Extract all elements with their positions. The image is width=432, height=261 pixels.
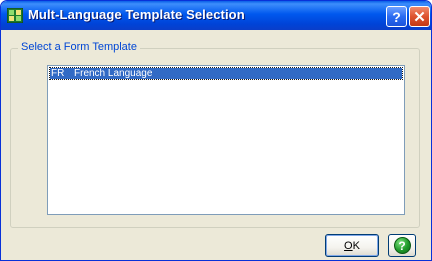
title-close-button[interactable]: ✕ <box>409 6 430 27</box>
ok-button-mnemonic: O <box>344 239 353 252</box>
list-item[interactable]: FR French Language <box>49 67 403 80</box>
help-button[interactable]: ? <box>388 234 416 257</box>
window-title: Mult-Language Template Selection <box>28 7 245 22</box>
title-help-button[interactable]: ? <box>386 6 407 27</box>
close-icon: ✕ <box>413 8 426 26</box>
app-icon <box>7 8 23 23</box>
dialog-window: Mult-Language Template Selection ? ✕ Sel… <box>0 0 432 261</box>
list-item-code: FR <box>51 68 65 79</box>
title-bar[interactable]: Mult-Language Template Selection ? ✕ <box>1 1 431 30</box>
list-item-description: French Language <box>74 68 153 79</box>
template-listbox[interactable]: FR French Language <box>47 65 405 215</box>
help-circle-icon: ? <box>393 237 411 254</box>
ok-button-label: K <box>352 239 360 252</box>
ok-button[interactable]: OK <box>325 234 379 257</box>
help-icon: ? <box>392 8 401 25</box>
group-label: Select a Form Template <box>18 41 140 53</box>
